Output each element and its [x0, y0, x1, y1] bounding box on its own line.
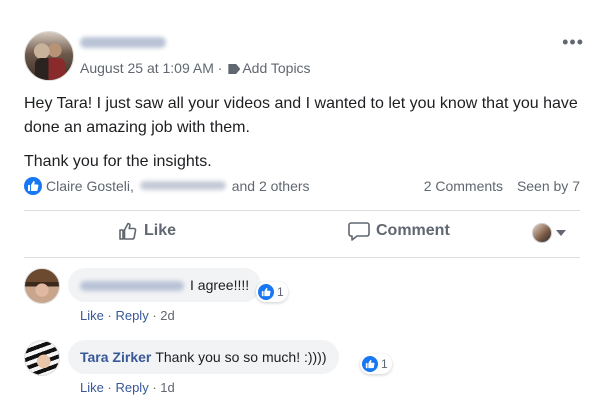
meta-separator: ·: [217, 60, 223, 76]
comment-bubble: Tara Zirker Thank you so so much! :)))): [68, 340, 339, 374]
divider: [24, 210, 580, 211]
author-avatar[interactable]: [24, 31, 74, 81]
reactor-name-redacted[interactable]: [139, 181, 226, 190]
comment-text: Thank you so so much! :)))): [155, 349, 327, 365]
post-header: August 25 at 1:09 AM · Add Topics •••: [24, 31, 584, 83]
like-button[interactable]: Like: [118, 221, 176, 241]
comment-actions: Like · Reply · 1d: [80, 380, 175, 395]
profile-avatar: [532, 223, 552, 243]
like-label: Like: [144, 222, 177, 239]
like-reaction-icon: [258, 284, 274, 300]
post-date[interactable]: August 25 at 1:09 AM: [80, 60, 214, 76]
add-topics-link[interactable]: Add Topics: [242, 60, 310, 76]
comment-time[interactable]: 1d: [160, 380, 174, 395]
comment-reaction-badge[interactable]: 1: [360, 354, 392, 374]
reactor-name[interactable]: Claire Gosteli,: [46, 178, 134, 194]
post-actions: Like Comment: [24, 215, 580, 251]
comment-time[interactable]: 2d: [160, 308, 174, 323]
reaction-count: 1: [277, 285, 284, 299]
reaction-count: 1: [381, 357, 388, 371]
separator: ·: [152, 308, 157, 323]
post-paragraph: Hey Tara! I just saw all your videos and…: [24, 95, 578, 136]
post-paragraph: Thank you for the insights.: [24, 153, 212, 170]
react-as-selector[interactable]: [532, 223, 566, 243]
reactions-summary: Claire Gosteli, and 2 others 2 Comments …: [24, 176, 580, 198]
comment-like-link[interactable]: Like: [80, 308, 104, 323]
comment-icon: [348, 222, 370, 241]
separator: ·: [107, 308, 112, 323]
like-reaction-icon: [362, 356, 378, 372]
more-options-button[interactable]: •••: [562, 33, 584, 51]
like-reaction-icon[interactable]: [24, 177, 42, 195]
comment-like-link[interactable]: Like: [80, 380, 104, 395]
post-body: Hey Tara! I just saw all your videos and…: [24, 92, 580, 184]
chevron-down-icon: [556, 230, 566, 236]
tag-icon: [228, 64, 241, 74]
commenter-name-link[interactable]: Tara Zirker: [80, 349, 151, 365]
post-counts: 2 Comments Seen by 7: [414, 178, 580, 194]
thumbs-up-icon: [119, 222, 137, 240]
comment-text: I agree!!!!: [190, 277, 250, 293]
separator: ·: [152, 380, 157, 395]
comment-reply-link[interactable]: Reply: [115, 380, 148, 395]
commenter-avatar[interactable]: [24, 340, 60, 376]
reactor-others[interactable]: and 2 others: [232, 178, 310, 194]
divider: [24, 257, 580, 258]
reactors-list[interactable]: Claire Gosteli, and 2 others: [46, 178, 310, 194]
comment-reply-link[interactable]: Reply: [115, 308, 148, 323]
author-name-redacted[interactable]: [80, 37, 166, 48]
post-meta: August 25 at 1:09 AM · Add Topics: [80, 60, 311, 76]
commenter-avatar[interactable]: [24, 268, 60, 304]
comment-bubble: I agree!!!!: [68, 268, 262, 302]
comments-count-link[interactable]: 2 Comments: [424, 178, 503, 194]
comment-actions: Like · Reply · 2d: [80, 308, 175, 323]
commenter-name-redacted[interactable]: [80, 281, 184, 291]
seen-by-link[interactable]: Seen by 7: [517, 178, 580, 194]
separator: ·: [107, 380, 112, 395]
comment-label: Comment: [376, 222, 450, 239]
comment-reaction-badge[interactable]: 1: [256, 282, 288, 302]
